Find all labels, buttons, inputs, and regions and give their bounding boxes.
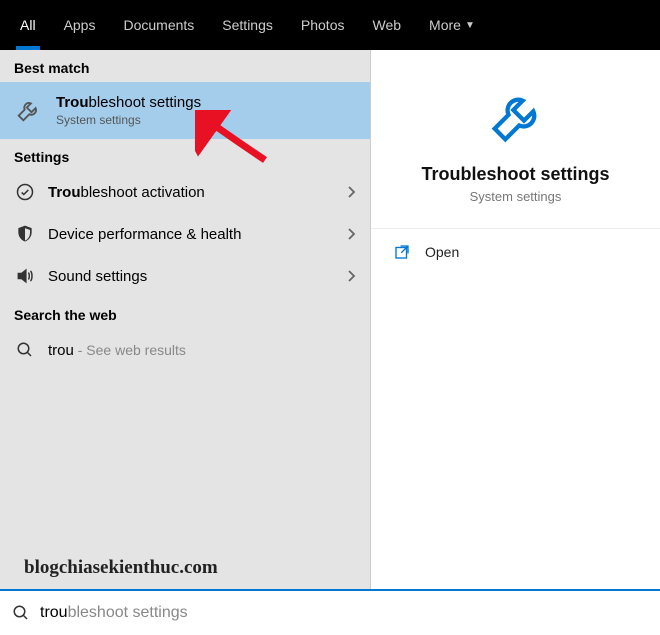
nav-tab-web[interactable]: Web [358, 0, 415, 50]
search-bar[interactable]: troubleshoot settings [0, 589, 660, 635]
section-search-web: Search the web [0, 297, 370, 329]
best-match-title: Troubleshoot settings [56, 94, 201, 111]
search-input[interactable] [40, 604, 247, 622]
shield-icon [14, 223, 36, 245]
settings-item-device-performance[interactable]: Device performance & health [0, 213, 370, 255]
open-icon [393, 243, 411, 261]
settings-item-label: Sound settings [48, 268, 334, 285]
top-filter-nav: All Apps Documents Settings Photos Web M… [0, 0, 660, 50]
detail-subtitle: System settings [381, 189, 650, 204]
wrench-icon [14, 97, 42, 125]
nav-tab-more[interactable]: More▼ [415, 0, 489, 50]
watermark-text: blogchiasekienthuc.com [24, 557, 218, 579]
settings-item-troubleshoot-activation[interactable]: Troubleshoot activation [0, 171, 370, 213]
detail-wrench-icon [381, 86, 650, 150]
nav-tab-apps[interactable]: Apps [50, 0, 110, 50]
section-settings: Settings [0, 139, 370, 171]
chevron-right-icon [346, 269, 356, 283]
action-label: Open [425, 244, 459, 260]
web-result-label: trou - See web results [48, 342, 356, 359]
nav-tab-photos[interactable]: Photos [287, 0, 359, 50]
sound-icon [14, 265, 36, 287]
action-open[interactable]: Open [371, 229, 660, 275]
section-best-match: Best match [0, 50, 370, 82]
chevron-right-icon [346, 185, 356, 199]
chevron-down-icon: ▼ [465, 20, 475, 31]
best-match-result[interactable]: Troubleshoot settings System settings [0, 82, 370, 139]
nav-tab-documents[interactable]: Documents [109, 0, 208, 50]
nav-tab-settings[interactable]: Settings [208, 0, 287, 50]
tick-circle-icon [14, 181, 36, 203]
nav-tab-all[interactable]: All [6, 0, 50, 50]
best-match-subtitle: System settings [56, 113, 201, 127]
chevron-right-icon [346, 227, 356, 241]
detail-panel: Troubleshoot settings System settings Op… [370, 50, 660, 589]
settings-item-sound[interactable]: Sound settings [0, 255, 370, 297]
settings-item-label: Device performance & health [48, 226, 334, 243]
detail-title: Troubleshoot settings [381, 164, 650, 185]
search-icon [14, 339, 36, 361]
web-search-result[interactable]: trou - See web results [0, 329, 370, 371]
results-panel: Best match Troubleshoot settings System … [0, 50, 370, 589]
settings-item-label: Troubleshoot activation [48, 184, 334, 201]
search-icon [12, 604, 30, 622]
main-area: Best match Troubleshoot settings System … [0, 50, 660, 589]
